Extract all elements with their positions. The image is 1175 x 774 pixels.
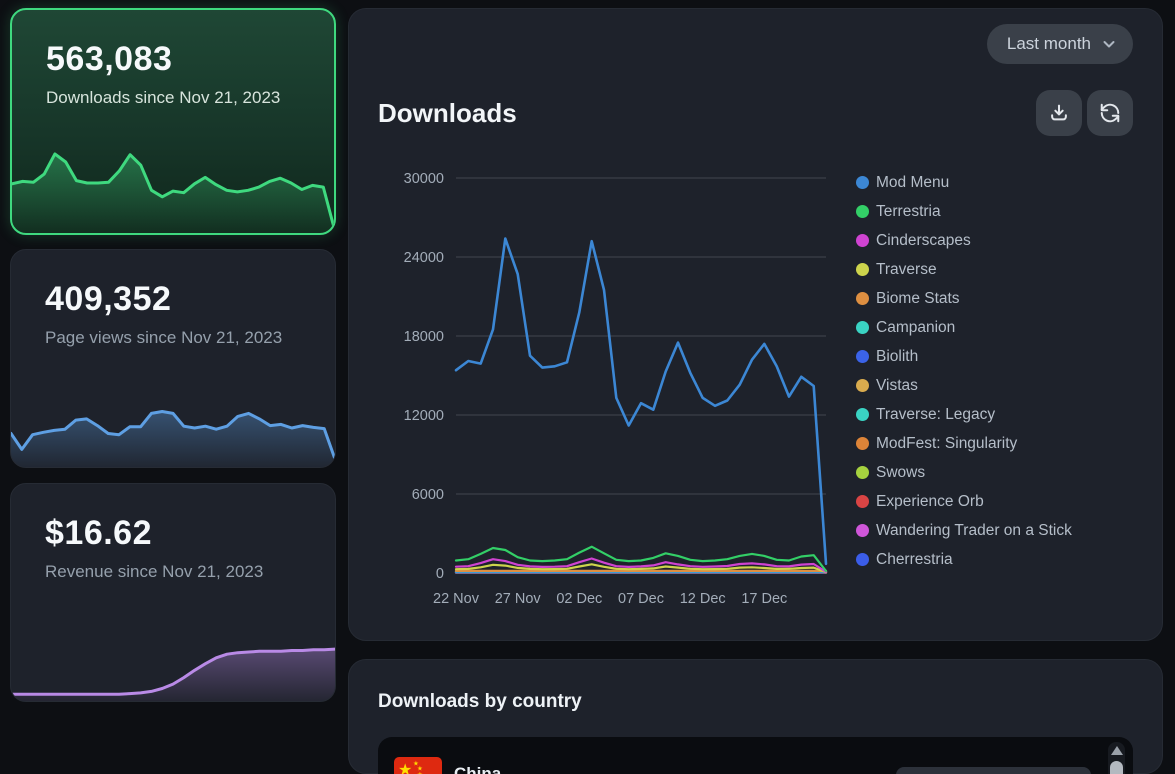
pageviews-total: 409,352	[45, 280, 305, 319]
country-panel-title: Downloads by country	[378, 691, 1133, 713]
legend-label: Biome Stats	[876, 290, 960, 308]
downloads-sparkline	[12, 145, 334, 233]
legend-item[interactable]: Cherrestria	[856, 545, 1072, 574]
pageviews-sparkline	[11, 399, 335, 467]
period-select-label: Last month	[1007, 34, 1091, 54]
legend-item[interactable]: ModFest: Singularity	[856, 429, 1072, 458]
legend-item[interactable]: Biolith	[856, 342, 1072, 371]
stat-card-revenue[interactable]: $16.62 Revenue since Nov 21, 2023	[10, 483, 336, 702]
legend-dot-icon	[856, 495, 869, 508]
legend-dot-icon	[856, 292, 869, 305]
legend-label: Traverse	[876, 261, 937, 279]
svg-text:0: 0	[436, 566, 444, 582]
flag-china-icon: ★ ★ ★ ★ ★	[394, 757, 442, 774]
svg-text:12 Dec: 12 Dec	[680, 591, 726, 607]
downloads-total: 563,083	[46, 40, 304, 79]
scroll-up-icon[interactable]	[1111, 746, 1123, 755]
svg-text:02 Dec: 02 Dec	[556, 591, 602, 607]
legend-label: Experience Orb	[876, 493, 984, 511]
svg-text:12000: 12000	[404, 408, 444, 424]
legend-label: Mod Menu	[876, 174, 949, 192]
refresh-chart-button[interactable]	[1087, 90, 1133, 136]
svg-text:★: ★	[417, 771, 423, 774]
legend-dot-icon	[856, 263, 869, 276]
chart-area: 0 6000 12000 18000 24000 30000 22 Nov 27 Nov 02 …	[378, 158, 1133, 613]
legend-dot-icon	[856, 524, 869, 537]
svg-text:30000: 30000	[404, 171, 444, 187]
legend-label: Wandering Trader on a Stick	[876, 522, 1072, 540]
download-icon	[1048, 102, 1070, 124]
country-name: China	[454, 764, 501, 774]
svg-text:22 Nov: 22 Nov	[433, 591, 480, 607]
svg-text:18000: 18000	[404, 329, 444, 345]
chart-legend: Mod Menu Terrestria Cinderscapes Traverse Bi…	[856, 168, 1072, 613]
legend-item[interactable]: Mod Menu	[856, 168, 1072, 197]
legend-label: Vistas	[876, 377, 918, 395]
legend-dot-icon	[856, 553, 869, 566]
stat-card-pageviews[interactable]: 409,352 Page views since Nov 21, 2023	[10, 249, 336, 468]
refresh-icon	[1099, 102, 1121, 124]
legend-label: Cinderscapes	[876, 232, 971, 250]
svg-text:17 Dec: 17 Dec	[741, 591, 787, 607]
pageviews-total-label: Page views since Nov 21, 2023	[45, 327, 295, 349]
export-chart-button[interactable]	[1036, 90, 1082, 136]
revenue-sparkline	[11, 621, 335, 701]
analytics-page: 563,083 Downloads since Nov 21, 2023 409…	[0, 0, 1175, 774]
svg-text:07 Dec: 07 Dec	[618, 591, 664, 607]
legend-dot-icon	[856, 466, 869, 479]
stat-card-downloads[interactable]: 563,083 Downloads since Nov 21, 2023	[10, 8, 336, 235]
legend-dot-icon	[856, 379, 869, 392]
downloads-panel: Last month Downloads	[348, 8, 1163, 641]
legend-dot-icon	[856, 176, 869, 189]
legend-dot-icon	[856, 408, 869, 421]
legend-dot-icon	[856, 205, 869, 218]
legend-label: Swows	[876, 464, 925, 482]
legend-item[interactable]: Campanion	[856, 313, 1072, 342]
legend-item[interactable]: Wandering Trader on a Stick	[856, 516, 1072, 545]
period-row: Last month	[378, 24, 1133, 64]
legend-label: ModFest: Singularity	[876, 435, 1017, 453]
panel-head: Downloads	[378, 90, 1133, 136]
chart-toolbar	[1036, 90, 1133, 136]
legend-dot-icon	[856, 321, 869, 334]
scrollbar-thumb[interactable]	[1110, 761, 1123, 774]
svg-text:★: ★	[398, 762, 412, 774]
svg-text:6000: 6000	[412, 487, 444, 503]
country-progress-bar	[896, 767, 1091, 774]
svg-text:24000: 24000	[404, 250, 444, 266]
chevron-down-icon	[1101, 36, 1117, 52]
legend-item[interactable]: Experience Orb	[856, 487, 1072, 516]
svg-text:27 Nov: 27 Nov	[495, 591, 542, 607]
legend-item[interactable]: Cinderscapes	[856, 226, 1072, 255]
legend-label: Cherrestria	[876, 551, 953, 569]
downloads-total-label: Downloads since Nov 21, 2023	[46, 87, 296, 109]
period-select[interactable]: Last month	[987, 24, 1133, 64]
legend-item[interactable]: Vistas	[856, 371, 1072, 400]
country-panel: Downloads by country ★ ★ ★ ★ ★ China	[348, 659, 1163, 774]
legend-dot-icon	[856, 350, 869, 363]
revenue-total: $16.62	[45, 514, 305, 553]
legend-item[interactable]: Traverse	[856, 255, 1072, 284]
legend-item[interactable]: Swows	[856, 458, 1072, 487]
downloads-chart: 0 6000 12000 18000 24000 30000 22 Nov 27 Nov 02 …	[378, 158, 852, 613]
legend-item[interactable]: Terrestria	[856, 197, 1072, 226]
page-title: Downloads	[378, 98, 517, 129]
legend-label: Terrestria	[876, 203, 941, 221]
main-column: Last month Downloads	[348, 8, 1163, 774]
country-list: ★ ★ ★ ★ ★ China	[378, 737, 1133, 774]
legend-item[interactable]: Traverse: Legacy	[856, 400, 1072, 429]
country-row: ★ ★ ★ ★ ★ China	[378, 737, 1133, 774]
stats-sidebar: 563,083 Downloads since Nov 21, 2023 409…	[10, 8, 336, 774]
legend-dot-icon	[856, 234, 869, 247]
legend-dot-icon	[856, 437, 869, 450]
legend-label: Biolith	[876, 348, 918, 366]
legend-item[interactable]: Biome Stats	[856, 284, 1072, 313]
legend-label: Traverse: Legacy	[876, 406, 995, 424]
country-list-scrollbar[interactable]	[1108, 742, 1125, 774]
legend-label: Campanion	[876, 319, 955, 337]
revenue-total-label: Revenue since Nov 21, 2023	[45, 561, 295, 583]
